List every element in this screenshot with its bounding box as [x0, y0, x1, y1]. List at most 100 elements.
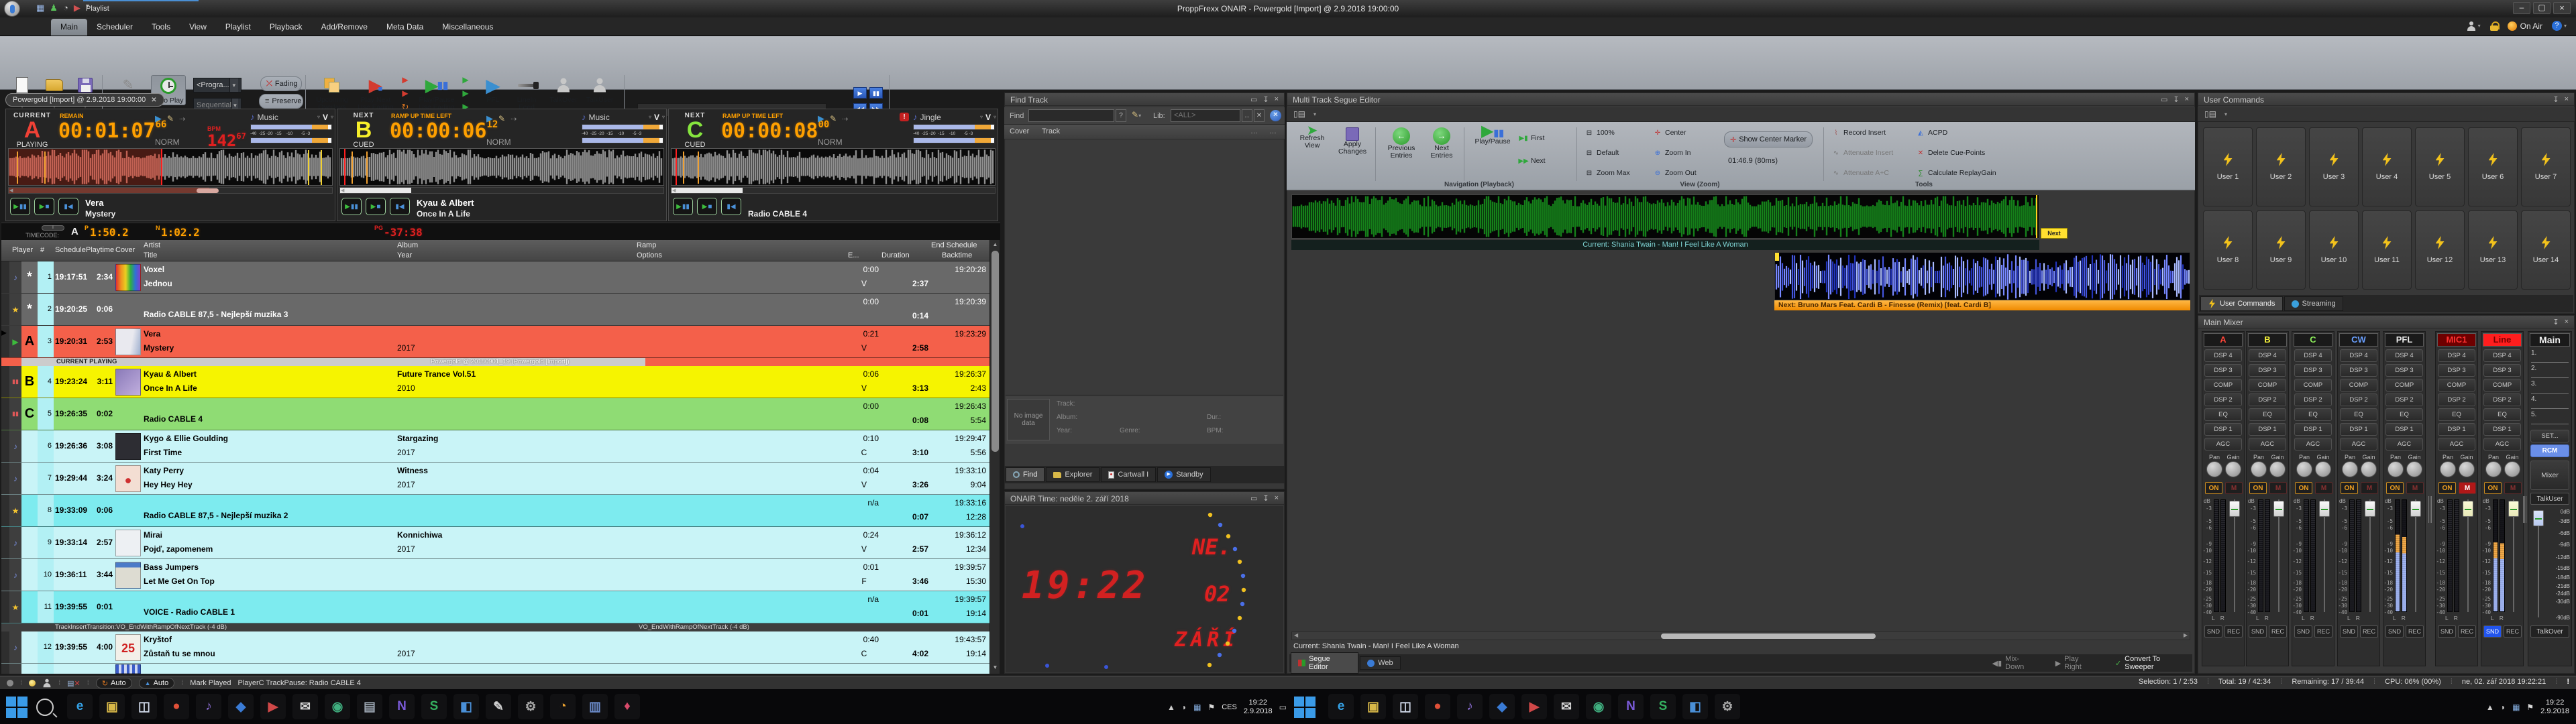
header-options[interactable]: Options — [637, 251, 662, 259]
user-menu[interactable]: ▾ — [2467, 21, 2481, 31]
mixer-button[interactable]: Mixer — [2530, 461, 2569, 490]
lib-clear-button[interactable]: ✕ — [1254, 109, 1265, 122]
search-button[interactable] — [36, 699, 54, 716]
dsp-slot-dsp4[interactable]: DSP 4 — [2385, 349, 2423, 362]
refresh-view-button[interactable]: ➤Refresh View — [1295, 127, 1330, 149]
playlist-row-partial[interactable] — [1, 664, 989, 674]
dsp-slot-dsp2[interactable]: DSP 2 — [2385, 394, 2423, 406]
panel-pin-icon[interactable]: ↧ — [2173, 95, 2179, 104]
taskbar-app-icon[interactable]: ✉ — [1554, 694, 1579, 719]
record-insert-button[interactable]: ⌇Record Insert — [1831, 129, 1886, 137]
dsp-slot-comp[interactable]: COMP — [2483, 379, 2521, 391]
panel-pin-icon[interactable]: ↧ — [2553, 95, 2559, 104]
taskbar-app-icon[interactable]: ✎ — [486, 694, 511, 719]
channel-fader[interactable] — [2463, 501, 2473, 517]
taskbar-app-icon[interactable]: ▥ — [582, 694, 608, 719]
taskbar-app-icon[interactable]: ▤ — [357, 694, 382, 719]
play-right-button[interactable]: ▶Play Right — [2055, 655, 2098, 671]
playlist-row[interactable]: ★*219:20:250:06Radio CABLE 87,5 - Nejlep… — [1, 294, 989, 326]
mute-button[interactable]: M — [2315, 482, 2332, 494]
auto-refresh-toggle[interactable]: ↻Auto — [96, 678, 132, 688]
deck-mini-icons[interactable]: ▶✎⇢ — [486, 113, 517, 124]
taskbar-app-icon[interactable]: ⚙ — [518, 694, 543, 719]
timecode-handle[interactable]: I — [42, 225, 64, 231]
segue-arrow-icon[interactable]: ⇢ — [842, 115, 848, 123]
maximize-button[interactable]: ▢ — [2533, 2, 2551, 14]
dsp-slot-eq[interactable]: EQ — [2438, 408, 2475, 421]
ribbon-tab-add-remove[interactable]: Add/Remove — [312, 19, 377, 36]
snd-button[interactable]: SND — [2340, 625, 2358, 638]
ribbon-tab-miscellaneous[interactable]: Miscellaneous — [433, 19, 502, 36]
user-command-button-12[interactable]: User 12 — [2415, 210, 2465, 290]
play-stop-button[interactable]: ▶■ — [366, 198, 386, 215]
tray-icon[interactable]: ⚑ — [2526, 703, 2534, 712]
user-command-button-3[interactable]: User 3 — [2309, 127, 2359, 206]
tray-icon[interactable]: ▦ — [2512, 703, 2520, 712]
header-num[interactable]: # — [40, 246, 52, 254]
deck-mini-icons[interactable]: ▶✎⇢ — [818, 113, 848, 124]
chevron-down-icon[interactable]: ▿ — [317, 114, 320, 120]
ribbon-tab-playlist[interactable]: Playlist — [216, 19, 260, 36]
zoom-default-button[interactable]: ⊟Default — [1585, 149, 1619, 157]
snd-button[interactable]: SND — [2438, 625, 2456, 638]
gain-knob[interactable] — [2269, 461, 2286, 477]
header-playtime[interactable]: Playtime — [86, 246, 114, 254]
header-schedule[interactable]: Schedule — [55, 246, 86, 254]
rec-button[interactable]: REC — [2314, 625, 2332, 638]
layout-icon[interactable]: ▯▤ — [1293, 109, 1305, 119]
layout-icon[interactable]: ▯▤ — [2204, 109, 2216, 119]
main-slot-2[interactable]: 2. — [2531, 365, 2569, 378]
ribbon-tab-main[interactable]: Main — [51, 19, 87, 36]
playlist-row[interactable]: ♪*119:17:512:34VoxelJednou0:00V19:20:282… — [1, 261, 989, 294]
tab-web[interactable]: Web — [1360, 656, 1400, 670]
deck-waveform[interactable] — [671, 148, 996, 186]
chevron-down-icon[interactable]: ▿ — [331, 114, 333, 120]
taskbar-app-icon[interactable]: e — [67, 694, 93, 719]
monitor-play-button[interactable]: ▶ — [853, 87, 867, 99]
tray-icon[interactable]: ◗ — [1182, 703, 1187, 712]
channel-fader[interactable] — [2365, 501, 2375, 517]
tab-streaming[interactable]: Streaming — [2284, 296, 2343, 311]
taskbar-app-icon[interactable]: ✉ — [292, 694, 318, 719]
edit-pencil-icon[interactable]: ✎ — [167, 114, 174, 123]
on-button[interactable]: ON — [2341, 482, 2358, 494]
taskbar-app-icon[interactable]: ♪ — [196, 694, 221, 719]
on-button[interactable]: ON — [2249, 482, 2267, 494]
header-title[interactable]: Title — [144, 251, 157, 259]
chevron-down-icon[interactable]: ▿ — [994, 114, 996, 120]
deck-scroll-thumb[interactable] — [340, 188, 411, 193]
dsp-slot-agc[interactable]: AGC — [2294, 438, 2332, 450]
dsp-slot-dsp3[interactable]: DSP 3 — [2385, 364, 2423, 377]
rec-button[interactable]: REC — [2360, 625, 2378, 638]
ribbon-tab-playback[interactable]: Playback — [260, 19, 312, 36]
column-options-icon[interactable]: … — [1250, 127, 1258, 135]
panel-pin-icon[interactable]: ↧ — [2553, 318, 2559, 326]
tray-clock[interactable]: 19:222.9.2018 — [1244, 699, 1273, 716]
pan-knob[interactable] — [2342, 461, 2358, 477]
user-command-button-6[interactable]: User 6 — [2468, 127, 2518, 206]
dsp-slot-dsp4[interactable]: DSP 4 — [2483, 349, 2521, 362]
play-pause-button[interactable]: ▶▮▮ — [10, 198, 30, 215]
dsp-slot-eq[interactable]: EQ — [2204, 408, 2242, 421]
taskbar-app-icon[interactable]: ◫ — [131, 694, 157, 719]
user-command-button-5[interactable]: User 5 — [2415, 127, 2465, 206]
gain-knob[interactable] — [2459, 461, 2475, 477]
playlist-row[interactable]: ▸▶A319:20:312:53VeraMystery20170:21V19:2… — [1, 326, 989, 358]
dsp-slot-eq[interactable]: EQ — [2385, 408, 2423, 421]
snd-button[interactable]: SND — [2204, 625, 2222, 638]
panel-close-icon[interactable]: × — [1275, 95, 1279, 104]
column-options-icon[interactable]: … — [1269, 127, 1277, 135]
header-end[interactable]: End Schedule — [931, 241, 977, 249]
user-command-button-14[interactable]: User 14 — [2521, 210, 2571, 290]
dsp-slot-agc[interactable]: AGC — [2483, 438, 2521, 450]
header-year[interactable]: Year — [397, 251, 412, 259]
dsp-slot-dsp1[interactable]: DSP 1 — [2340, 423, 2377, 436]
taskbar-app-icon[interactable]: ● — [164, 694, 189, 719]
on-button[interactable]: ON — [2295, 482, 2312, 494]
taskbar-app-icon[interactable]: ◔ — [550, 694, 576, 719]
close-button[interactable]: × — [2553, 2, 2571, 14]
deck-scroll-thumb[interactable] — [197, 188, 219, 193]
on-button[interactable]: ON — [2386, 482, 2404, 494]
panel-close-icon[interactable]: × — [2565, 95, 2569, 104]
mute-button[interactable]: M — [2225, 482, 2243, 494]
